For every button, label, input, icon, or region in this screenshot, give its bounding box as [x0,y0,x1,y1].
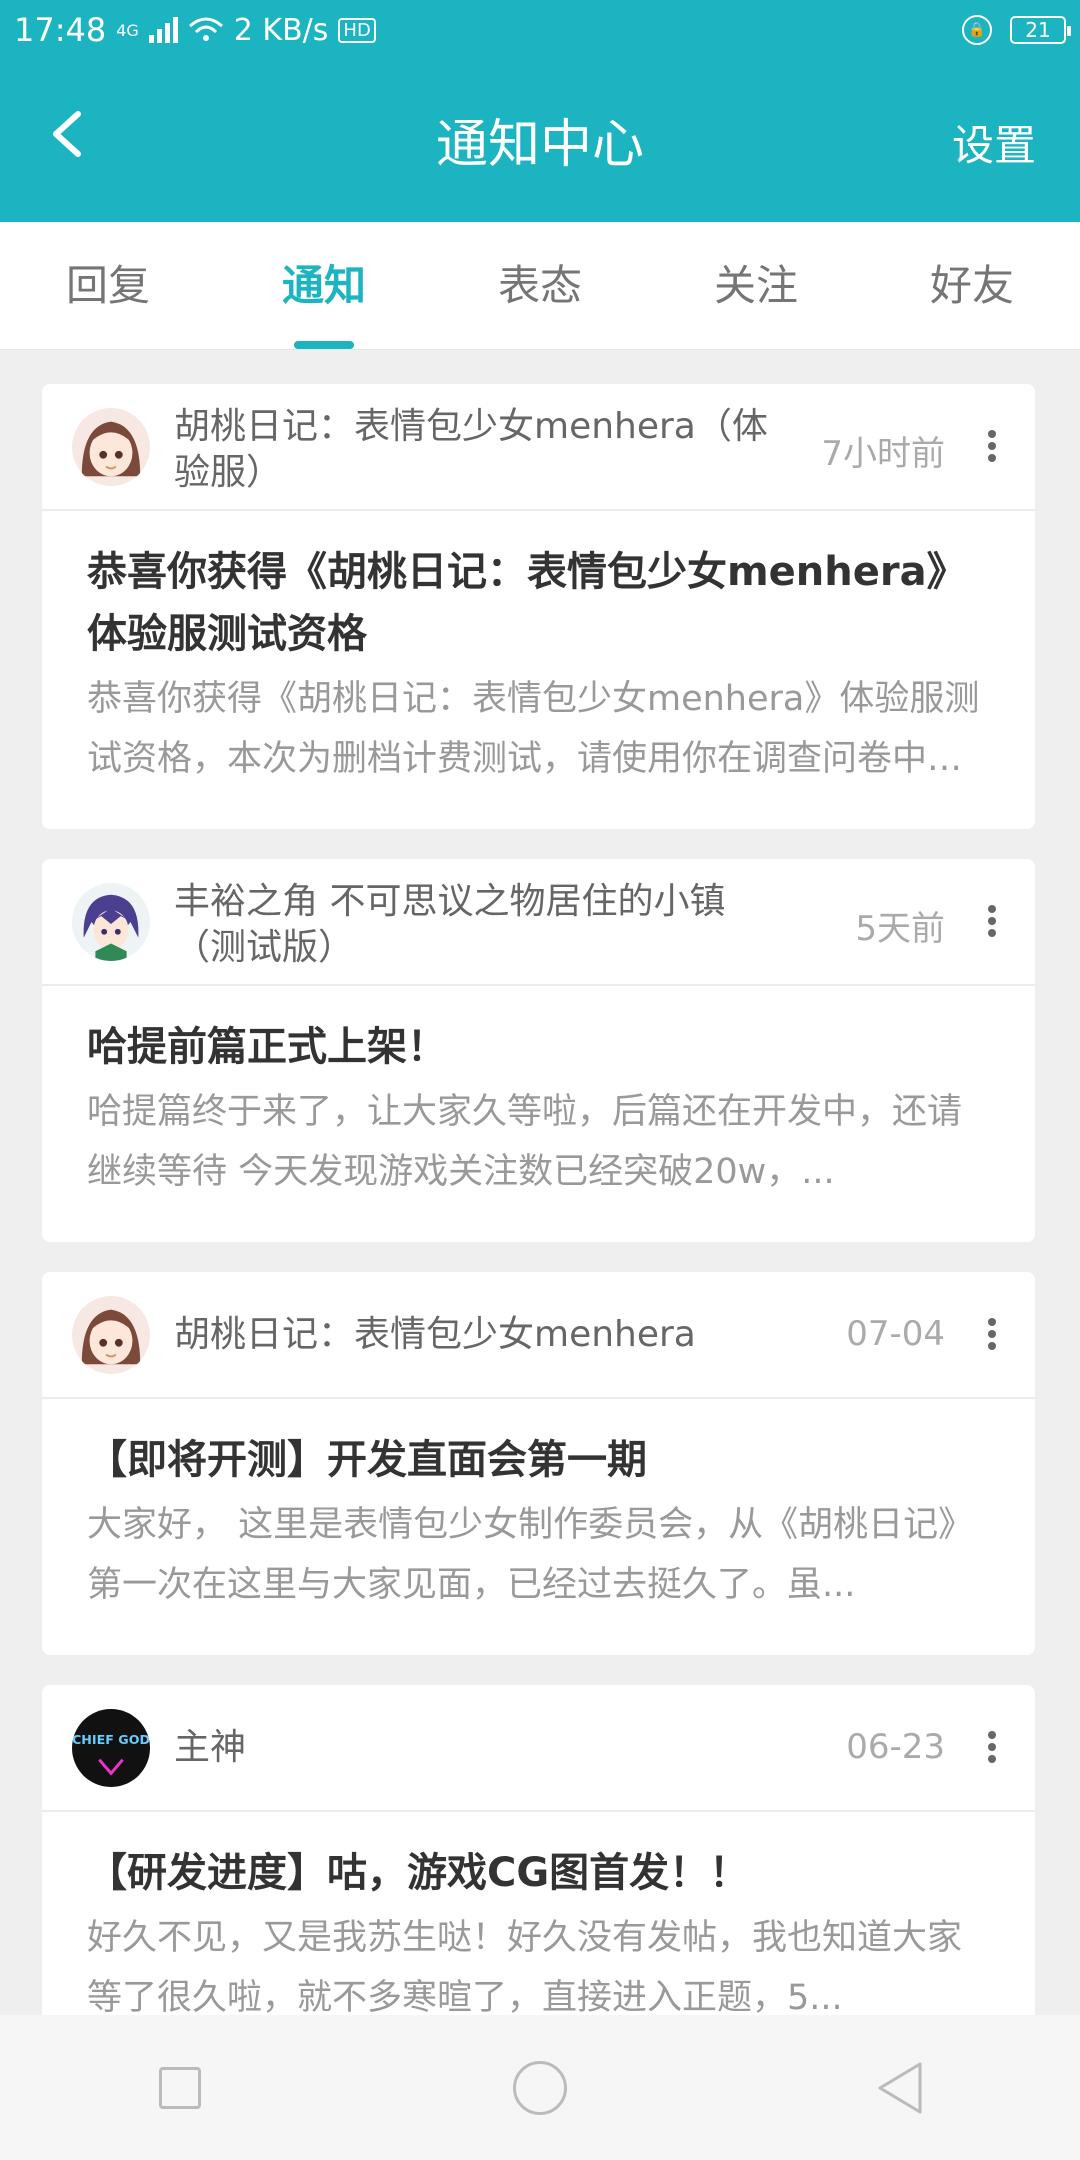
avatar[interactable] [72,883,150,961]
signal-icon [148,17,178,43]
post-time: 7小时前 [821,434,945,474]
avatar[interactable] [72,408,150,486]
source-name[interactable]: 丰裕之角 不可思议之物居住的小镇（测试版） [174,879,794,971]
notification-feed: 胡桃日记：表情包少女menhera（体验服） 7小时前 恭喜你获得《胡桃日记：表… [42,384,1035,2098]
tab-bar: 回复 通知 表态 关注 好友 [0,222,1080,350]
post-excerpt: 好久不见，又是我苏生哒！好久没有发帖，我也知道大家等了很久啦，就不多寒暄了，直接… [87,1918,963,2018]
tab-friends[interactable]: 好友 [864,222,1080,349]
status-time: 17:48 [14,11,107,49]
network-type: 4G [116,20,139,40]
system-navigation-bar [0,2015,1080,2160]
notification-card[interactable]: 丰裕之角 不可思议之物居住的小镇（测试版） 5天前 哈提前篇正式上架！ 哈提篇终… [42,859,1035,1242]
anime-boy-avatar-icon [72,883,150,961]
card-body[interactable]: 恭喜你获得《胡桃日记：表情包少女menhera》体验服测试资格 恭喜你获得《胡桃… [42,511,1035,829]
tab-notification[interactable]: 通知 [216,222,432,349]
wifi-icon [188,17,223,41]
post-excerpt: 哈提篇终于来了，让大家久等啦，后篇还在开发中，还请继续等待 今天发现游戏关注数已… [87,1092,963,1192]
status-right: 🔒 21 [962,15,1071,45]
card-header: 胡桃日记：表情包少女menhera 07-04 [42,1272,1035,1399]
tab-reaction[interactable]: 表态 [432,222,648,349]
tab-follow[interactable]: 关注 [648,222,864,349]
source-name[interactable]: 胡桃日记：表情包少女menhera [174,1312,794,1358]
home-button[interactable] [360,2015,720,2160]
network-speed: 2 KB/s [233,12,329,48]
notification-card[interactable]: 胡桃日记：表情包少女menhera（体验服） 7小时前 恭喜你获得《胡桃日记：表… [42,384,1035,829]
more-options-icon[interactable] [987,1727,997,1767]
status-bar: 17:48 4G 2 KB/s HD 🔒 21 [0,0,1080,60]
source-name[interactable]: 胡桃日记：表情包少女menhera（体验服） [174,404,794,496]
page-title: 通知中心 [435,115,644,175]
battery-level: 21 [1025,18,1051,42]
status-left: 17:48 4G 2 KB/s HD [14,11,376,49]
post-title: 【即将开测】开发直面会第一期 [87,1437,647,1483]
avatar[interactable] [72,1296,150,1374]
notification-card[interactable]: CHIEF GOD 主神 06-23 【研发进度】咕，游戏CG图首发！！ 好久不… [42,1685,1035,2068]
recent-apps-button[interactable] [0,2015,360,2160]
more-options-icon[interactable] [987,901,997,941]
post-title: 恭喜你获得《胡桃日记：表情包少女menhera》体验服测试资格 [87,549,967,657]
avatar[interactable]: CHIEF GOD [72,1709,150,1787]
chief-god-logo-icon: CHIEF GOD [72,1709,150,1787]
tab-reply[interactable]: 回复 [0,222,216,349]
post-title: 哈提前篇正式上架！ [87,1024,447,1070]
more-options-icon[interactable] [987,426,997,466]
anime-girl-avatar-icon [72,1296,150,1374]
post-excerpt: 恭喜你获得《胡桃日记：表情包少女menhera》体验服测试资格，本次为删档计费测… [87,679,980,779]
post-time: 5天前 [855,909,945,949]
post-excerpt: 大家好， 这里是表情包少女制作委员会，从《胡桃日记》第一次在这里与大家见面，已经… [87,1505,974,1605]
post-title: 【研发进度】咕，游戏CG图首发！！ [87,1850,750,1896]
hd-icon: HD [338,17,376,43]
card-header: 胡桃日记：表情包少女menhera（体验服） 7小时前 [42,384,1035,511]
more-options-icon[interactable] [987,1314,997,1354]
card-header: 丰裕之角 不可思议之物居住的小镇（测试版） 5天前 [42,859,1035,986]
battery-icon: 21 [1010,16,1071,44]
post-time: 06-23 [846,1727,945,1767]
settings-button[interactable]: 设置 [952,112,1036,173]
svg-text:CHIEF GOD: CHIEF GOD [72,1732,150,1747]
circle-icon [513,2060,567,2115]
notification-card[interactable]: 胡桃日记：表情包少女menhera 07-04 【即将开测】开发直面会第一期 大… [42,1272,1035,1655]
card-body[interactable]: 哈提前篇正式上架！ 哈提篇终于来了，让大家久等啦，后篇还在开发中，还请继续等待 … [42,986,1035,1242]
anime-girl-avatar-icon [72,408,150,486]
system-back-button[interactable] [720,2015,1080,2160]
square-icon [159,2066,201,2109]
rotation-lock-icon: 🔒 [962,15,992,45]
triangle-back-icon [878,2062,922,2113]
source-name[interactable]: 主神 [174,1725,794,1771]
card-header: CHIEF GOD 主神 06-23 [42,1685,1035,1812]
post-time: 07-04 [846,1314,945,1354]
card-body[interactable]: 【即将开测】开发直面会第一期 大家好， 这里是表情包少女制作委员会，从《胡桃日记… [42,1399,1035,1655]
app-bar: 通知中心 设置 [0,60,1080,222]
